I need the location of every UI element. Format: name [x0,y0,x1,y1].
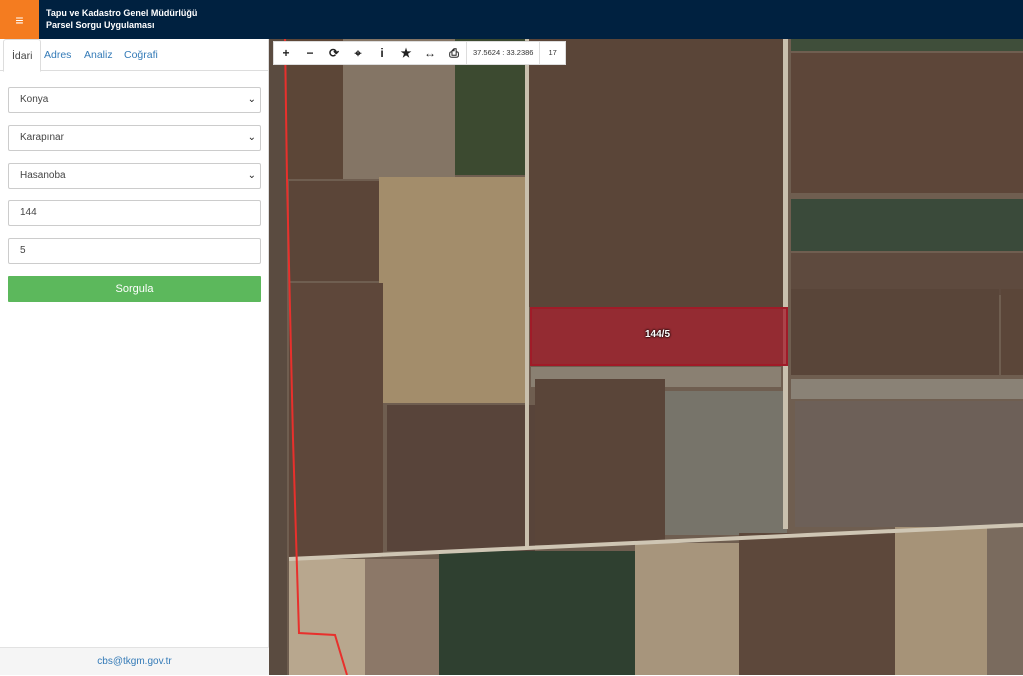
parcel-label: 144/5 [645,329,671,340]
measure-icon[interactable]: ↔ [418,42,442,64]
app-title-line2: Parsel Sorgu Uygulaması [46,20,155,30]
coordinate-readout: 37.5624 : 33.2386 [466,42,539,64]
map-view[interactable]: + − ⟳ ⌖ i ★ ↔ ⎙ 37.5624 : 33.2386 17 144… [269,39,1023,675]
satellite-imagery [269,39,1023,675]
tab-bar: İdari Adres Analiz Coğrafi [0,39,268,72]
parcel-value: 5 [20,245,26,256]
footer: cbs@tkgm.gov.tr [0,647,269,675]
print-icon[interactable]: ⎙ [442,42,466,64]
refresh-icon[interactable]: ⟳ [322,42,346,64]
province-value: Konya [20,94,49,105]
block-input[interactable]: 144 [8,200,261,226]
district-value: Karapınar [20,132,64,143]
query-button[interactable]: Sorgula [8,276,261,302]
tab-analiz[interactable]: Analiz [84,39,113,71]
star-icon[interactable]: ★ [394,42,418,64]
zoom-level-readout: 17 [539,42,564,64]
block-value: 144 [20,207,37,218]
chevron-down-icon: ⌄ [247,170,256,181]
app-header: ≡ Tapu ve Kadastro Genel Müdürlüğü Parse… [0,0,1023,39]
sidebar: İdari Adres Analiz Coğrafi Konya ⌄ Karap… [0,39,269,675]
hamburger-menu-icon[interactable]: ≡ [0,0,39,39]
zoom-in-icon[interactable]: + [274,42,298,64]
province-select[interactable]: Konya ⌄ [8,87,261,113]
contact-email-link[interactable]: cbs@tkgm.gov.tr [97,656,171,667]
locate-icon[interactable]: ⌖ [346,42,370,64]
neighborhood-value: Hasanoba [20,170,66,181]
district-select[interactable]: Karapınar ⌄ [8,125,261,151]
app-title-line1: Tapu ve Kadastro Genel Müdürlüğü [46,8,198,18]
parcel-input[interactable]: 5 [8,238,261,264]
zoom-out-icon[interactable]: − [298,42,322,64]
tab-adres[interactable]: Adres [44,39,71,71]
tab-idari[interactable]: İdari [3,39,42,72]
neighborhood-select[interactable]: Hasanoba ⌄ [8,163,261,189]
tab-cografi[interactable]: Coğrafi [124,39,158,71]
app-title: Tapu ve Kadastro Genel Müdürlüğü Parsel … [46,7,197,31]
map-toolbar: + − ⟳ ⌖ i ★ ↔ ⎙ 37.5624 : 33.2386 17 [273,41,566,65]
info-icon[interactable]: i [370,42,394,64]
chevron-down-icon: ⌄ [247,94,256,105]
chevron-down-icon: ⌄ [247,132,256,143]
